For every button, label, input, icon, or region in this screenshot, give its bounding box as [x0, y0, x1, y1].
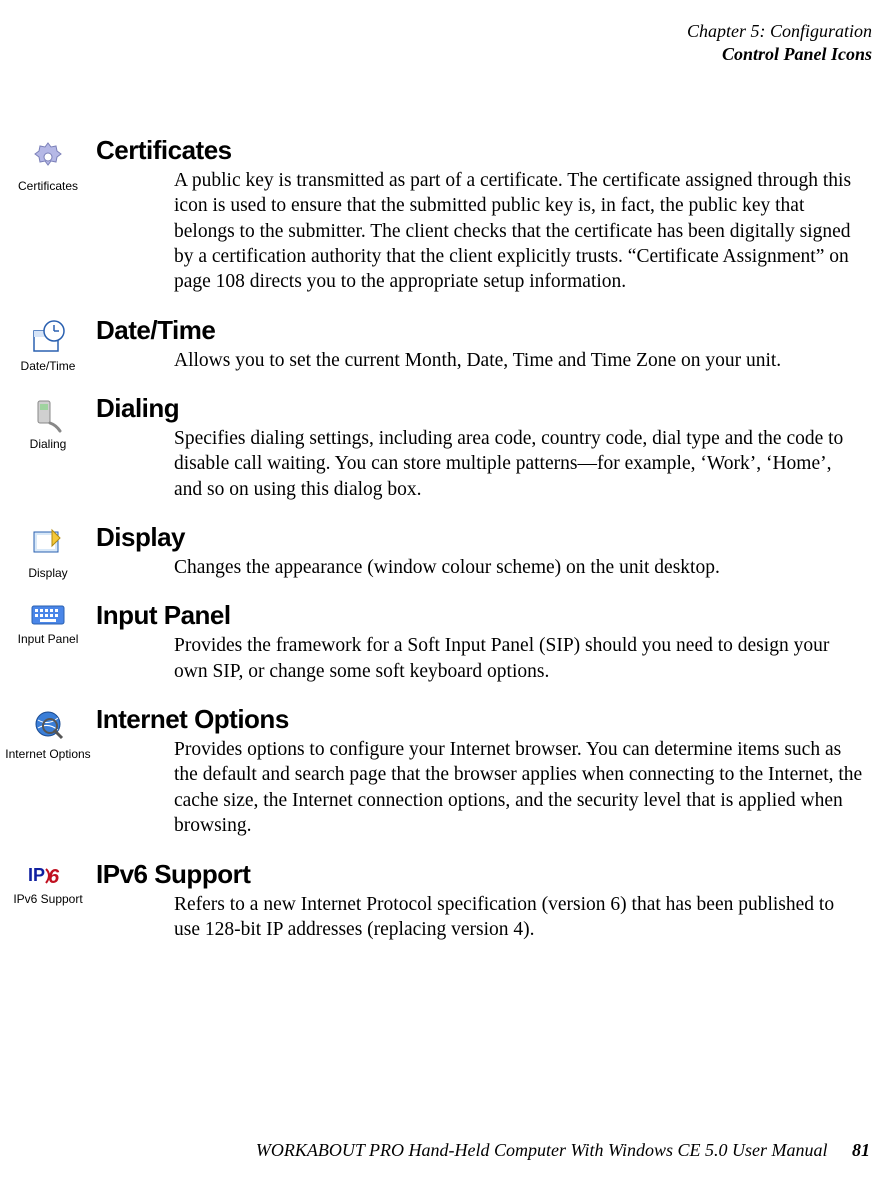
- page: Chapter 5: Configuration Control Panel I…: [0, 0, 894, 952]
- section-dialing: Dialing Dialing Specifies dialing settin…: [0, 393, 874, 512]
- content-col: Date/Time Allows you to set the current …: [96, 315, 874, 383]
- icon-col: Date/Time: [0, 315, 96, 373]
- section-internet-options: Internet Options Internet Options Provid…: [0, 704, 874, 848]
- section-body: Changes the appearance (window colour sc…: [174, 555, 864, 580]
- section-title: IPv6 Support: [96, 859, 864, 890]
- icon-label: Input Panel: [0, 632, 96, 646]
- icon-col: Internet Options: [0, 704, 96, 761]
- section-title: Input Panel: [96, 600, 864, 631]
- icon-col: Display: [0, 522, 96, 580]
- section-body: Specifies dialing settings, including ar…: [174, 426, 864, 502]
- clock-calendar-icon: [28, 317, 68, 357]
- section-line: Control Panel Icons: [0, 43, 872, 66]
- icon-label: Internet Options: [0, 748, 96, 761]
- section-ipv6: IP 6 IPv6 Support IPv6 Support Refers to…: [0, 859, 874, 953]
- keyboard-icon: [28, 602, 68, 630]
- chapter-line: Chapter 5: Configuration: [0, 20, 872, 43]
- content-col: Dialing Specifies dialing settings, incl…: [96, 393, 874, 512]
- display-icon: [28, 524, 68, 564]
- section-title: Display: [96, 522, 864, 553]
- page-footer: WORKABOUT PRO Hand-Held Computer With Wi…: [256, 1140, 870, 1161]
- section-title: Certificates: [96, 135, 864, 166]
- footer-text: WORKABOUT PRO Hand-Held Computer With Wi…: [256, 1140, 828, 1160]
- section-title: Date/Time: [96, 315, 864, 346]
- section-display: Display Display Changes the appearance (…: [0, 522, 874, 590]
- icon-label: Display: [0, 566, 96, 580]
- page-header: Chapter 5: Configuration Control Panel I…: [0, 20, 874, 65]
- icon-label: IPv6 Support: [0, 893, 96, 906]
- icon-col: Input Panel: [0, 600, 96, 646]
- section-certificates: Certificates Certificates A public key i…: [0, 135, 874, 305]
- icon-col: Certificates: [0, 135, 96, 193]
- section-body: Provides options to configure your Inter…: [174, 737, 864, 838]
- content-col: Display Changes the appearance (window c…: [96, 522, 874, 590]
- ipv6-icon: IP 6: [26, 861, 70, 891]
- gear-icon: [28, 137, 68, 177]
- svg-text:IP: IP: [28, 865, 45, 885]
- section-title: Dialing: [96, 393, 864, 424]
- section-title: Internet Options: [96, 704, 864, 735]
- content-col: Input Panel Provides the framework for a…: [96, 600, 874, 694]
- icon-label: Date/Time: [0, 359, 96, 373]
- section-datetime: Date/Time Date/Time Allows you to set th…: [0, 315, 874, 383]
- content-col: Internet Options Provides options to con…: [96, 704, 874, 848]
- content-col: Certificates A public key is transmitted…: [96, 135, 874, 305]
- section-body: Refers to a new Internet Protocol specif…: [174, 892, 864, 943]
- section-input-panel: Input Panel Input Panel Provides the fra…: [0, 600, 874, 694]
- icon-col: Dialing: [0, 393, 96, 451]
- section-body: Allows you to set the current Month, Dat…: [174, 348, 864, 373]
- section-body: Provides the framework for a Soft Input …: [174, 633, 864, 684]
- section-body: A public key is transmitted as part of a…: [174, 168, 864, 295]
- icon-col: IP 6 IPv6 Support: [0, 859, 96, 906]
- icon-label: Dialing: [0, 437, 96, 451]
- content-col: IPv6 Support Refers to a new Internet Pr…: [96, 859, 874, 953]
- icon-label: Certificates: [0, 179, 96, 193]
- page-number: 81: [852, 1140, 870, 1160]
- phone-icon: [28, 395, 68, 435]
- globe-icon: [28, 706, 68, 746]
